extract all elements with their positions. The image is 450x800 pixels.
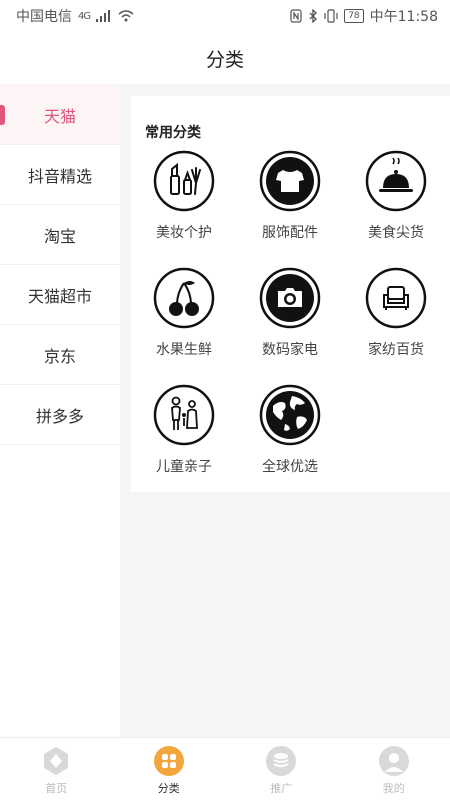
tab-profile[interactable]: 我的 xyxy=(338,738,450,800)
food-cloche-icon xyxy=(365,150,427,212)
sidebar-item-pinduoduo[interactable]: 拼多多 xyxy=(0,385,120,445)
sidebar-item-label: 淘宝 xyxy=(43,226,76,246)
category-grid: 美妆个护 服饰配件 美食尖货 水果生鲜 数码家电 家纺百货 儿童亲子 全球优选 xyxy=(131,150,450,501)
vibrate-icon xyxy=(324,9,338,23)
category-apparel[interactable]: 服饰配件 xyxy=(237,150,343,267)
bottom-tab-bar: 首页 分类 推广 我的 xyxy=(0,737,450,800)
sidebar-item-jd[interactable]: 京东 xyxy=(0,325,120,385)
sidebar-item-taobao[interactable]: 淘宝 xyxy=(0,205,120,265)
coins-icon xyxy=(266,746,297,776)
category-label: 美食尖货 xyxy=(368,225,424,241)
tab-label: 推广 xyxy=(270,782,293,795)
sidebar-item-label: 天猫超市 xyxy=(27,286,92,306)
category-label: 数码家电 xyxy=(262,342,318,358)
home-icon xyxy=(44,747,69,775)
makeup-icon xyxy=(153,150,215,212)
bluetooth-icon xyxy=(309,9,318,23)
category-content: 常用分类 美妆个护 服饰配件 美食尖货 水果生鲜 数码家电 家纺百货 儿童亲子 … xyxy=(120,85,450,737)
tab-home[interactable]: 首页 xyxy=(0,738,113,800)
sofa-icon xyxy=(365,267,427,329)
category-fruit[interactable]: 水果生鲜 xyxy=(131,267,237,384)
nfc-icon xyxy=(290,9,302,23)
category-label: 服饰配件 xyxy=(262,225,318,241)
profile-icon xyxy=(378,746,409,776)
sidebar-item-tmall[interactable]: 天猫 xyxy=(0,85,120,145)
category-label: 儿童亲子 xyxy=(156,459,212,475)
sidebar-item-label: 京东 xyxy=(43,346,76,366)
category-label: 全球优选 xyxy=(262,459,318,475)
tab-label: 首页 xyxy=(45,782,68,795)
sidebar-item-label: 抖音精选 xyxy=(27,166,92,186)
tshirt-icon xyxy=(259,150,321,212)
category-global[interactable]: 全球优选 xyxy=(237,384,343,501)
battery-level: 78 xyxy=(344,9,364,23)
sidebar-item-label: 天猫 xyxy=(43,106,76,126)
page-title: 分类 xyxy=(205,48,244,71)
tab-category[interactable]: 分类 xyxy=(113,738,226,800)
category-label: 家纺百货 xyxy=(368,342,424,358)
carrier-name: 中国电信 xyxy=(16,9,72,25)
category-label: 美妆个护 xyxy=(156,225,212,241)
family-icon xyxy=(153,384,215,446)
wifi-icon xyxy=(118,10,134,22)
tab-label: 分类 xyxy=(157,782,180,795)
status-right: 78 中午11:58 xyxy=(290,6,438,26)
tab-label: 我的 xyxy=(382,782,405,795)
sidebar-item-tmall-supermarket[interactable]: 天猫超市 xyxy=(0,265,120,325)
category-kids[interactable]: 儿童亲子 xyxy=(131,384,237,501)
globe-icon xyxy=(259,384,321,446)
category-beauty[interactable]: 美妆个护 xyxy=(131,150,237,267)
camera-icon xyxy=(259,267,321,329)
sidebar-item-label: 拼多多 xyxy=(35,406,84,426)
category-sidebar: 天猫 抖音精选 淘宝 天猫超市 京东 拼多多 xyxy=(0,85,120,737)
clock: 中午11:58 xyxy=(369,9,438,25)
category-home-textile[interactable]: 家纺百货 xyxy=(343,267,449,384)
page-header: 分类 xyxy=(0,32,450,84)
category-icon xyxy=(153,746,184,776)
cherry-icon xyxy=(153,267,215,329)
section-title: 常用分类 xyxy=(145,125,201,141)
signal-icon xyxy=(96,10,111,22)
status-left: 中国电信 4G xyxy=(16,6,134,26)
sidebar-item-douyin[interactable]: 抖音精选 xyxy=(0,145,120,205)
common-categories-card: 常用分类 美妆个护 服饰配件 美食尖货 水果生鲜 数码家电 家纺百货 儿童亲子 … xyxy=(131,96,450,492)
category-food[interactable]: 美食尖货 xyxy=(343,150,449,267)
active-indicator xyxy=(0,105,5,125)
status-bar: 中国电信 4G 78 中午11:58 xyxy=(0,0,450,32)
category-digital[interactable]: 数码家电 xyxy=(237,267,343,384)
network-type: 4G xyxy=(78,10,91,22)
category-label: 水果生鲜 xyxy=(156,342,212,358)
tab-promote[interactable]: 推广 xyxy=(225,738,338,800)
